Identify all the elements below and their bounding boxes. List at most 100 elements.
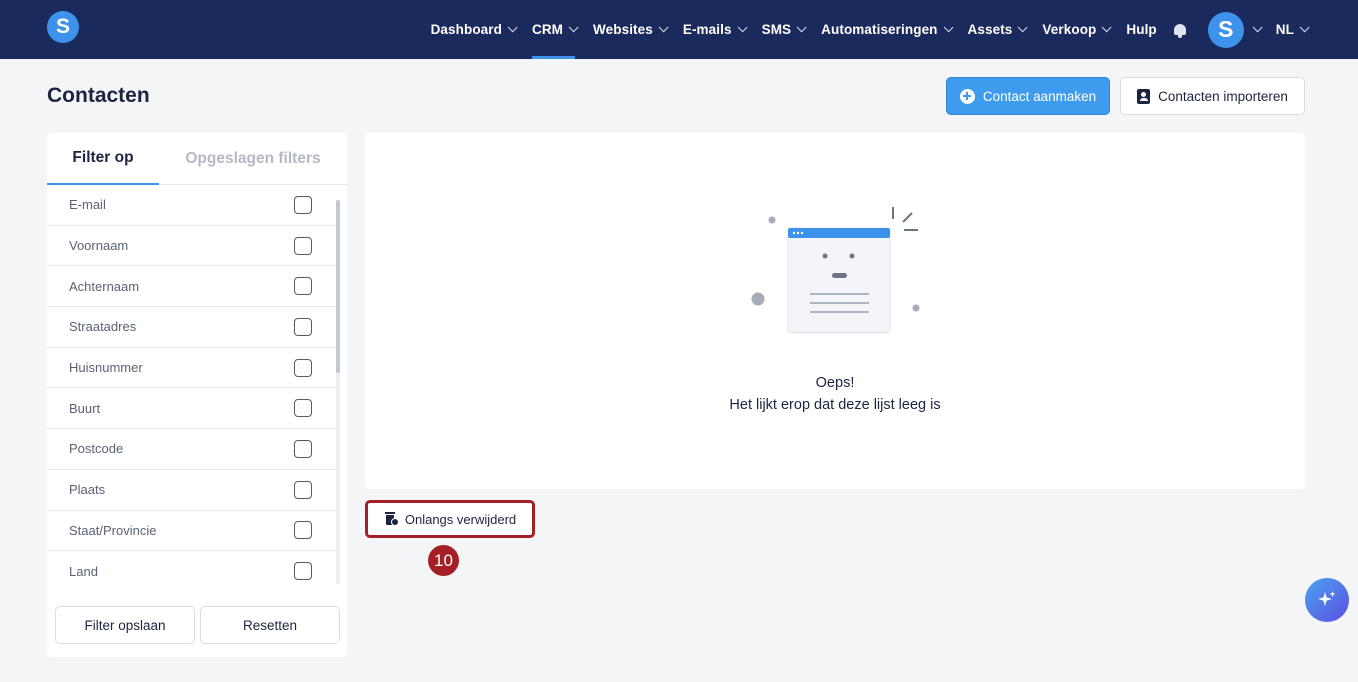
filter-checkbox[interactable] (294, 399, 312, 418)
filter-item: Voornaam (47, 226, 337, 267)
filter-tabs: Filter op Opgeslagen filters (47, 133, 347, 185)
window-dot (800, 231, 804, 235)
nav-item-label: E-mails (682, 22, 732, 37)
filter-item: E-mail (47, 185, 337, 226)
scrollbar-thumb[interactable] (336, 200, 340, 373)
nav-item-label: Dashboard (430, 22, 502, 37)
filter-item: Staat/Provincie (47, 511, 337, 552)
nav-item-assets[interactable]: Assets (959, 0, 1034, 59)
contact-card-icon (1137, 88, 1151, 104)
window-header (788, 228, 890, 238)
window-dot (796, 231, 800, 235)
nav-item-crm[interactable]: CRM (523, 0, 584, 59)
chevron-down-icon (1299, 22, 1310, 33)
import-contacts-button[interactable]: Contacten importeren (1120, 77, 1305, 115)
nav-item-sms[interactable]: SMS (753, 0, 813, 59)
avatar[interactable]: S (1207, 11, 1244, 48)
bell-icon[interactable] (1172, 22, 1188, 38)
filter-item: Plaats (47, 470, 337, 511)
nav-item-automatiseringen[interactable]: Automatiseringen (812, 0, 958, 59)
filter-checkbox[interactable] (294, 439, 312, 458)
nav-item-label: Websites (593, 22, 653, 37)
filter-item-label: Achternaam (69, 278, 140, 294)
nav-item-label: SMS (761, 22, 792, 37)
step-badge: 10 (428, 545, 459, 576)
top-navigation: S Dashboard CRM Websites E-mails SMS Automati… (0, 0, 1358, 59)
chevron-down-icon (943, 22, 954, 33)
filter-item-label: Voornaam (69, 238, 129, 254)
nav-item-hulp[interactable]: Hulp (1117, 0, 1165, 59)
user-menu[interactable]: S (1198, 0, 1267, 59)
filter-item-label: Buurt (69, 400, 101, 416)
chevron-down-icon (507, 22, 518, 33)
nav-item-verkoop[interactable]: Verkoop (1033, 0, 1117, 59)
decor-line (902, 212, 913, 223)
chevron-down-icon (737, 22, 748, 33)
empty-state-title: Oeps! (815, 375, 855, 391)
filter-item: Huisnummer (47, 348, 337, 389)
tab-filter-by[interactable]: Filter op (47, 133, 159, 185)
nav-item-e-mails[interactable]: E-mails (674, 0, 753, 59)
filter-panel: Filter op Opgeslagen filters E-mail Voorn… (47, 133, 347, 657)
filter-item-label: Land (69, 563, 98, 579)
ai-assistant-button[interactable] (1305, 578, 1349, 622)
filter-item: Postcode (47, 429, 337, 470)
filter-checkbox[interactable] (294, 195, 312, 214)
face-eye (849, 253, 855, 259)
nav-item-websites[interactable]: Websites (584, 0, 674, 59)
filter-checkbox[interactable] (294, 236, 312, 255)
chevron-down-icon (796, 22, 807, 33)
trash-clock-icon (384, 512, 399, 526)
filter-item: Land (47, 551, 337, 585)
create-contact-button[interactable]: Contact aanmaken (946, 77, 1110, 115)
nav-item-label: Automatiseringen (821, 22, 938, 37)
filter-checkbox[interactable] (294, 562, 312, 581)
filter-item-label: Staat/Provincie (69, 522, 157, 538)
chevron-down-icon (568, 22, 579, 33)
logo[interactable]: S (47, 11, 79, 43)
filter-scrollbar[interactable] (336, 200, 340, 584)
filter-checkbox[interactable] (294, 358, 312, 377)
filter-checkbox[interactable] (294, 480, 312, 499)
nav-menu: Dashboard CRM Websites E-mails SMS Automatise… (422, 0, 1358, 59)
plus-circle-icon (959, 88, 975, 104)
window-shape (787, 227, 891, 333)
recently-deleted-button[interactable]: Onlangs verwijderd (365, 500, 535, 538)
filter-item-label: Postcode (69, 441, 124, 457)
save-filter-button[interactable]: Filter opslaan (55, 606, 195, 644)
nav-item-label: Assets (967, 22, 1013, 37)
decor-dot (912, 304, 920, 312)
filter-checkbox[interactable] (294, 521, 312, 540)
chevron-down-icon (1252, 22, 1263, 33)
decor-dot (768, 216, 776, 224)
language-selector[interactable]: NL (1267, 0, 1358, 59)
decor-dot (751, 292, 765, 306)
chevron-down-icon (658, 22, 669, 33)
nav-item-label: Hulp (1126, 22, 1157, 37)
filter-checkbox[interactable] (294, 277, 312, 296)
filter-item: Buurt (47, 388, 337, 430)
empty-state-subtitle: Het lijkt erop dat deze lijst leeg is (729, 397, 941, 413)
language-label: NL (1275, 22, 1294, 37)
sparkle-icon (1318, 591, 1336, 606)
contacts-list-panel: Oeps! Het lijkt erop dat deze lijst leeg… (365, 133, 1305, 489)
filter-item-label: Huisnummer (69, 360, 143, 376)
window-dot (792, 231, 796, 235)
filter-item-label: Plaats (69, 482, 106, 498)
reset-button[interactable]: Resetten (200, 606, 340, 644)
filter-item-label: Straatadres (69, 319, 137, 335)
page-title: Contacten (47, 84, 150, 107)
nav-item-dashboard[interactable]: Dashboard (422, 0, 523, 59)
import-contacts-label: Contacten importeren (1158, 88, 1288, 104)
filter-list: E-mail Voornaam Achternaam Straatadres Huisn… (47, 185, 347, 585)
nav-item-label: Verkoop (1042, 22, 1097, 37)
filter-item-label: E-mail (69, 197, 106, 213)
filter-item: Achternaam (47, 266, 337, 308)
chevron-down-icon (1018, 22, 1028, 33)
filter-item: Straatadres (47, 307, 337, 348)
create-contact-label: Contact aanmaken (982, 88, 1097, 104)
chevron-down-icon (1102, 22, 1112, 33)
tab-saved-filters[interactable]: Opgeslagen filters (159, 133, 347, 185)
face-mouth (832, 273, 847, 278)
filter-checkbox[interactable] (294, 317, 312, 336)
